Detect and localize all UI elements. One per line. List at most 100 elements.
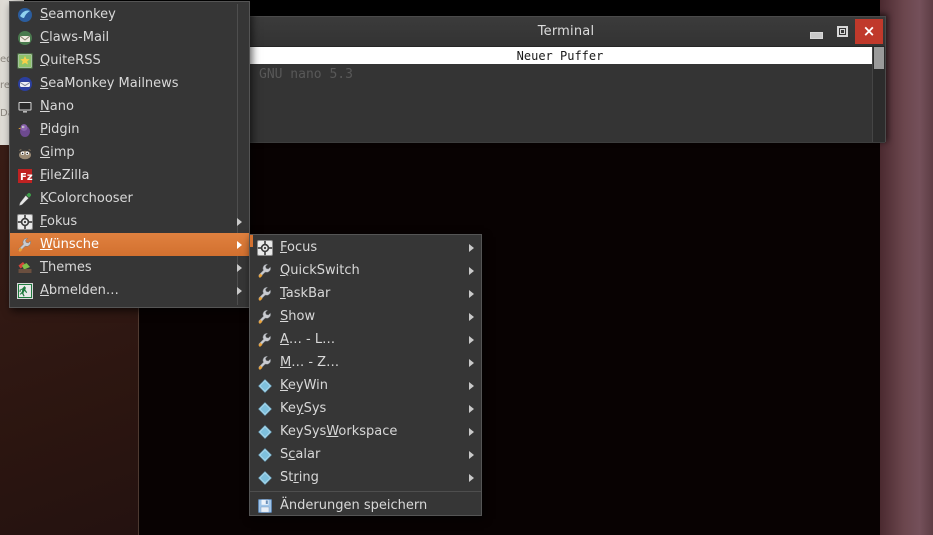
- menu-item-abmelden[interactable]: Abmelden…: [10, 279, 249, 302]
- submenu-arrow-icon: [469, 473, 474, 482]
- submenu-arrow-icon: [469, 312, 474, 321]
- submenu-arrow-icon: [469, 243, 474, 252]
- menu-item-nano[interactable]: Nano: [10, 95, 249, 118]
- menu-item-label: Seamonkey: [40, 7, 116, 22]
- pidgin-icon: [14, 118, 36, 141]
- menu-item-label: Pidgin: [40, 122, 80, 137]
- menu-item-themes[interactable]: Themes: [10, 256, 249, 279]
- submenu-arrow-icon: [469, 335, 474, 344]
- crosshair-icon: [14, 210, 36, 233]
- terminal-body[interactable]: GNU nano 5.3 Neuer Puffer: [247, 47, 885, 143]
- submenu-item-a-to-l[interactable]: A… - L…: [250, 328, 481, 351]
- desktop-screen: ed re Da Terminal × GNU nano 5.3 Neuer P…: [0, 0, 933, 535]
- terminal-bottom-divider: [247, 142, 885, 143]
- diamond-icon: [254, 443, 276, 466]
- menu-item-claws-mail[interactable]: Claws-Mail: [10, 26, 249, 49]
- menu-item-label: Claws-Mail: [40, 30, 110, 45]
- menu-item-pidgin[interactable]: Pidgin: [10, 118, 249, 141]
- menu-item-label: Themes: [40, 260, 92, 275]
- diamond-icon: [254, 397, 276, 420]
- submenu-item-label: KeySysWorkspace: [280, 424, 398, 439]
- monitor-icon: [14, 95, 36, 118]
- palette-icon: [14, 256, 36, 279]
- eyedropper-icon: [14, 187, 36, 210]
- wrench-icon: [254, 282, 276, 305]
- menu-item-seamonkey[interactable]: Seamonkey: [10, 3, 249, 26]
- minimize-button[interactable]: [803, 17, 829, 46]
- diamond-icon: [254, 420, 276, 443]
- svg-text:Fz: Fz: [20, 172, 33, 183]
- menu-item-quiterss[interactable]: QuiteRSS: [10, 49, 249, 72]
- terminal-titlebar[interactable]: Terminal ×: [247, 17, 885, 47]
- gimp-icon: [14, 141, 36, 164]
- menu-item-kcolorchooser[interactable]: KColorchooser: [10, 187, 249, 210]
- submenu-arrow-icon: [237, 286, 242, 295]
- menu-item-label: Abmelden…: [40, 283, 119, 298]
- submenu-arrow-icon: [237, 217, 242, 226]
- submenu-arrow-icon: [237, 263, 242, 272]
- submenu-arrow-icon: [469, 404, 474, 413]
- menu-item-seamonkey-mailnews[interactable]: SeaMonkey Mailnews: [10, 72, 249, 95]
- submenu-item-save-changes[interactable]: Änderungen speichern: [250, 494, 481, 517]
- wuensche-submenu[interactable]: Focus QuickSwitch TaskBar Show A… - L… M…: [249, 234, 482, 516]
- submenu-item-label: Show: [280, 309, 316, 324]
- application-menu[interactable]: Seamonkey Claws-Mail QuiteRSS SeaMonkey …: [9, 1, 250, 308]
- submenu-item-label: M… - Z…: [280, 355, 340, 370]
- submenu-item-m-to-z[interactable]: M… - Z…: [250, 351, 481, 374]
- menu-item-label: Nano: [40, 99, 74, 114]
- menu-item-label: Fokus: [40, 214, 78, 229]
- seamonkey-mail-icon: [14, 72, 36, 95]
- submenu-item-keysys[interactable]: KeySys: [250, 397, 481, 420]
- seamonkey-icon: [14, 3, 36, 26]
- diamond-icon: [254, 466, 276, 489]
- submenu-arrow-icon: [469, 289, 474, 298]
- nano-buffer-bar: Neuer Puffer: [247, 47, 873, 64]
- menu-item-fokus[interactable]: Fokus: [10, 210, 249, 233]
- submenu-item-label: KeyWin: [280, 378, 329, 393]
- submenu-item-label: Scalar: [280, 447, 321, 462]
- diamond-icon: [254, 374, 276, 397]
- menu-item-label: SeaMonkey Mailnews: [40, 76, 179, 91]
- submenu-item-label: TaskBar: [280, 286, 331, 301]
- submenu-arrow-icon: [237, 240, 242, 249]
- maximize-button[interactable]: [829, 17, 855, 46]
- menu-item-gimp[interactable]: Gimp: [10, 141, 249, 164]
- wrench-icon: [254, 351, 276, 374]
- submenu-item-scalar[interactable]: Scalar: [250, 443, 481, 466]
- close-button[interactable]: ×: [855, 19, 883, 44]
- submenu-item-keysysworkspace[interactable]: KeySysWorkspace: [250, 420, 481, 443]
- menu-item-filezilla[interactable]: Fz FileZilla: [10, 164, 249, 187]
- submenu-item-label: A… - L…: [280, 332, 336, 347]
- terminal-title: Terminal: [537, 24, 595, 39]
- save-floppy-icon: [254, 494, 276, 517]
- terminal-window[interactable]: Terminal × GNU nano 5.3 Neuer Puffer: [246, 16, 886, 143]
- nano-version-text: GNU nano 5.3: [259, 67, 353, 82]
- menu-item-label: Wünsche: [40, 237, 100, 252]
- scrollbar-thumb[interactable]: [874, 47, 884, 69]
- menu-item-wuensche[interactable]: Wünsche: [10, 233, 249, 256]
- minimize-icon: [809, 31, 823, 39]
- menu-item-label: QuiteRSS: [40, 53, 101, 68]
- terminal-scrollbar[interactable]: [872, 47, 885, 143]
- maximize-icon: [836, 26, 848, 37]
- submenu-item-quickswitch[interactable]: QuickSwitch: [250, 259, 481, 282]
- claws-mail-icon: [14, 26, 36, 49]
- submenu-item-keywin[interactable]: KeyWin: [250, 374, 481, 397]
- submenu-arrow-icon: [469, 450, 474, 459]
- submenu-item-focus[interactable]: Focus: [250, 236, 481, 259]
- terminal-window-controls: ×: [803, 17, 885, 46]
- submenu-item-taskbar[interactable]: TaskBar: [250, 282, 481, 305]
- filezilla-icon: Fz: [14, 164, 36, 187]
- wrench-icon: [254, 259, 276, 282]
- submenu-item-show[interactable]: Show: [250, 305, 481, 328]
- submenu-arrow-icon: [469, 358, 474, 367]
- logout-icon: [14, 279, 36, 302]
- quiterss-icon: [14, 49, 36, 72]
- submenu-arrow-icon: [469, 427, 474, 436]
- crosshair-icon: [254, 236, 276, 259]
- menu-item-label: Gimp: [40, 145, 75, 160]
- wrench-icon: [254, 305, 276, 328]
- submenu-item-string[interactable]: String: [250, 466, 481, 489]
- submenu-item-label: Focus: [280, 240, 318, 255]
- submenu-arrow-icon: [469, 266, 474, 275]
